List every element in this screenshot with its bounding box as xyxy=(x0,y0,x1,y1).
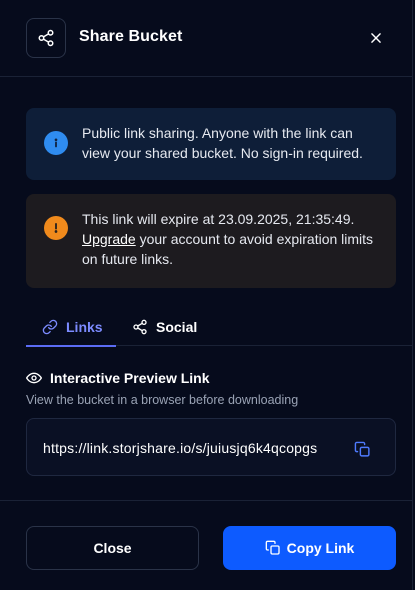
expiry-text: This link will expire at 23.09.2025, 21:… xyxy=(82,211,355,227)
preview-link-heading: Interactive Preview Link xyxy=(26,370,210,386)
tab-social[interactable]: Social xyxy=(132,308,197,346)
warning-icon xyxy=(44,216,68,240)
copy-link-button[interactable]: Copy Link xyxy=(223,526,396,570)
share-icon xyxy=(132,319,148,335)
upgrade-link[interactable]: Upgrade xyxy=(82,231,136,247)
close-button[interactable]: Close xyxy=(26,526,199,570)
tab-links-label: Links xyxy=(66,318,103,335)
preview-link-input[interactable] xyxy=(43,438,361,458)
tab-social-label: Social xyxy=(156,319,198,335)
warning-alert-text: This link will expire at 23.09.2025, 21:… xyxy=(82,209,382,269)
copy-icon xyxy=(265,540,281,556)
warning-alert: This link will expire at 23.09.2025, 21:… xyxy=(26,194,396,288)
tab-links[interactable]: Links xyxy=(26,308,116,347)
dialog-footer: Close Copy Link xyxy=(0,500,413,590)
preview-link-title: Interactive Preview Link xyxy=(50,370,210,386)
close-button-label: Close xyxy=(93,540,132,556)
preview-link-box xyxy=(26,418,396,476)
share-tabs: Links Social xyxy=(26,308,413,347)
copy-icon[interactable] xyxy=(351,438,373,460)
link-icon xyxy=(42,319,58,335)
dialog-header: Share Bucket xyxy=(0,0,413,77)
eye-icon xyxy=(26,370,42,386)
close-icon[interactable] xyxy=(364,26,388,50)
info-alert-text: Public link sharing. Anyone with the lin… xyxy=(82,125,363,161)
share-bucket-dialog: Share Bucket Public link sharing. Anyone… xyxy=(0,0,413,590)
copy-link-button-label: Copy Link xyxy=(286,540,355,556)
dialog-title: Share Bucket xyxy=(79,28,183,45)
info-alert: Public link sharing. Anyone with the lin… xyxy=(26,108,396,180)
info-icon xyxy=(44,131,68,155)
share-icon xyxy=(26,18,66,58)
preview-link-subtitle: View the bucket in a browser before down… xyxy=(26,393,299,407)
